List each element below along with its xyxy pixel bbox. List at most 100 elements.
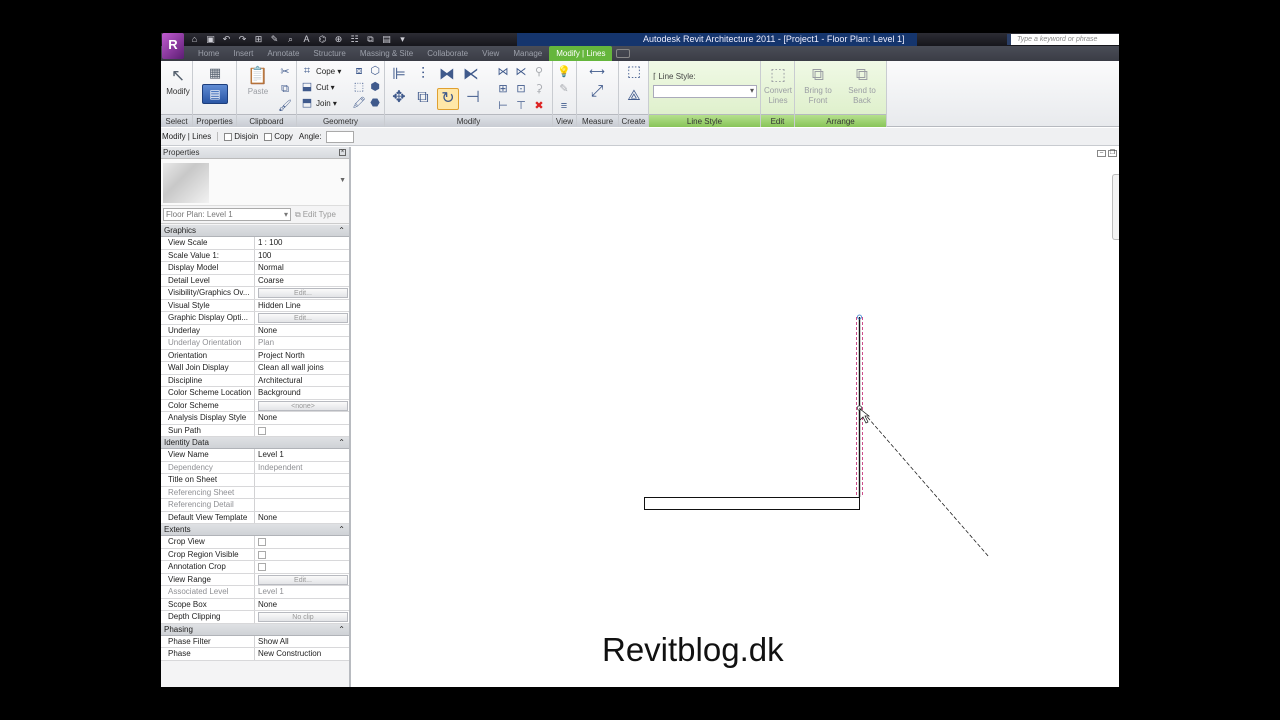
property-value[interactable]: Architectural — [255, 375, 349, 387]
property-edit-button[interactable]: Edit... — [258, 313, 348, 323]
scale-icon[interactable]: ⊡ — [514, 82, 528, 96]
modify-button[interactable]: ↖ Modify — [161, 65, 195, 96]
paint-icon[interactable]: 🖍 — [352, 96, 366, 110]
switch-windows-icon[interactable]: ▤ — [380, 34, 393, 45]
property-value[interactable]: None — [255, 599, 349, 611]
paste-button[interactable]: 📋 Paste — [241, 65, 275, 96]
cope-button[interactable]: ⌗ Cope ▾ — [300, 64, 341, 79]
join-button[interactable]: ⬒ Join ▾ — [300, 96, 337, 111]
close-windows-icon[interactable]: ⧉ — [364, 34, 377, 45]
create-group-icon[interactable]: ⬚ — [624, 64, 644, 83]
trim-extend-icon[interactable]: ⊣ — [463, 88, 483, 108]
collapse-icon[interactable]: ⌃ — [338, 624, 345, 636]
align-icon[interactable]: ⊫ — [389, 65, 409, 85]
property-value[interactable]: Show All — [255, 636, 349, 648]
mirror-draw-icon[interactable]: ⧔ — [461, 65, 481, 85]
tab-massing-site[interactable]: Massing & Site — [353, 46, 420, 61]
property-value[interactable]: Hidden Line — [255, 300, 349, 312]
property-value[interactable] — [255, 425, 349, 437]
cut-geometry-button[interactable]: ⬓ Cut ▾ — [300, 80, 335, 95]
text-icon[interactable]: A — [300, 34, 313, 45]
property-value[interactable]: Clean all wall joins — [255, 362, 349, 374]
redo-icon[interactable]: ↷ — [236, 34, 249, 45]
rotate-icon[interactable]: ↻ — [437, 88, 459, 110]
bring-to-front-button[interactable]: ⧉ Bring to Front — [801, 64, 835, 106]
property-edit-button[interactable]: Edit... — [258, 288, 348, 298]
cut-icon[interactable]: ✂ — [278, 65, 292, 79]
tab-structure[interactable]: Structure — [306, 46, 352, 61]
pencil-icon[interactable]: ✎ — [268, 34, 281, 45]
copy-icon[interactable]: ⧉ — [278, 82, 292, 96]
instance-filter-select[interactable]: Floor Plan: Level 1 — [163, 208, 291, 221]
tab-insert[interactable]: Insert — [226, 46, 260, 61]
array-icon[interactable]: ⊞ — [496, 82, 510, 96]
property-edit-button[interactable]: Edit... — [258, 574, 348, 585]
line-style-select[interactable] — [653, 85, 757, 98]
property-group-header[interactable]: Identity Data ⌃ — [161, 437, 349, 449]
search-input[interactable]: Type a keyword or phrase — [1007, 34, 1119, 45]
property-edit-button[interactable]: <none> — [258, 400, 348, 411]
open-icon[interactable]: ⌂ — [188, 34, 201, 45]
match-type-icon[interactable]: 🖌 — [278, 99, 292, 113]
tab-view[interactable]: View — [475, 46, 506, 61]
convert-lines-button[interactable]: ⬚ Convert Lines — [761, 64, 795, 106]
wall-joins-icon[interactable]: ⧈ — [352, 64, 366, 78]
section-icon[interactable]: ⊕ — [332, 34, 345, 45]
split-face-icon[interactable]: ⬚ — [352, 80, 366, 94]
property-value[interactable] — [255, 474, 349, 486]
wall-rectangle[interactable] — [644, 497, 860, 510]
property-group-header[interactable]: Graphics ⌃ — [161, 225, 349, 237]
close-icon[interactable]: × — [339, 149, 346, 156]
type-selector[interactable]: ▼ — [161, 159, 349, 206]
copy-element-icon[interactable]: ⧉ — [413, 88, 433, 108]
disjoin-option[interactable]: Disjoin — [224, 132, 258, 141]
property-group-header[interactable]: Extents ⌃ — [161, 524, 349, 536]
customize-qat-icon[interactable]: ▾ — [396, 34, 409, 45]
property-checkbox[interactable] — [258, 550, 266, 559]
property-checkbox[interactable] — [258, 538, 266, 546]
copy-option[interactable]: Copy — [264, 132, 293, 141]
tab-modify-lines[interactable]: Modify | Lines — [549, 46, 613, 61]
property-value[interactable] — [255, 549, 349, 561]
property-value[interactable]: None — [255, 325, 349, 337]
drawing-area[interactable]: – ❐ Revitblog.dk — [357, 147, 1119, 687]
property-group-header[interactable]: Phasing ⌃ — [161, 623, 349, 636]
send-to-back-button[interactable]: ⧉ Send to Back — [845, 64, 879, 106]
tab-annotate[interactable]: Annotate — [260, 46, 306, 61]
properties-button[interactable]: ▦ ▤ — [198, 64, 232, 104]
measure-icon[interactable]: ⊞ — [252, 34, 265, 45]
property-checkbox[interactable] — [258, 563, 266, 571]
application-menu-button[interactable]: R — [162, 33, 184, 59]
offset-icon[interactable]: ⫶ — [413, 65, 433, 85]
move-icon[interactable]: ✥ — [389, 88, 409, 108]
pen-icon[interactable]: ✎ — [557, 82, 571, 96]
edit-type-button[interactable]: ⧉ Edit Type — [295, 210, 336, 220]
tab-collaborate[interactable]: Collaborate — [420, 46, 475, 61]
property-value[interactable]: Project North — [255, 350, 349, 362]
thin-lines-icon[interactable]: ☷ — [348, 34, 361, 45]
split-gap-icon[interactable]: ⋉ — [514, 65, 528, 79]
property-value[interactable]: Coarse — [255, 275, 349, 287]
property-value[interactable]: 100 — [255, 250, 349, 262]
pin-icon[interactable]: ⚲ — [532, 65, 546, 79]
property-value[interactable]: Normal — [255, 262, 349, 274]
property-value[interactable]: Edit... — [255, 287, 349, 299]
property-value[interactable]: No clip — [255, 611, 349, 623]
collapse-icon[interactable]: ⌃ — [338, 524, 345, 536]
create-similar-icon[interactable]: ⟁ — [624, 88, 644, 107]
property-value[interactable]: <none> — [255, 400, 349, 412]
property-value[interactable] — [255, 561, 349, 573]
minimize-ribbon-button[interactable] — [616, 49, 631, 58]
property-value[interactable]: New Construction — [255, 648, 349, 660]
collapse-icon[interactable]: ⌃ — [338, 225, 345, 237]
property-value[interactable]: Edit... — [255, 574, 349, 586]
unpin-icon[interactable]: ⚳ — [532, 82, 546, 96]
demolish-icon[interactable]: ⬡ — [368, 64, 382, 78]
save-icon[interactable]: ▣ — [204, 34, 217, 45]
3d-view-icon[interactable]: ⌬ — [316, 34, 329, 45]
dimension-icon[interactable]: ⟷ — [583, 65, 611, 79]
lightbulb-icon[interactable]: 💡 — [557, 65, 571, 79]
property-checkbox[interactable] — [258, 426, 266, 435]
property-edit-button[interactable]: No clip — [258, 612, 348, 622]
remove-paint-icon[interactable]: ⬢ — [368, 80, 382, 94]
